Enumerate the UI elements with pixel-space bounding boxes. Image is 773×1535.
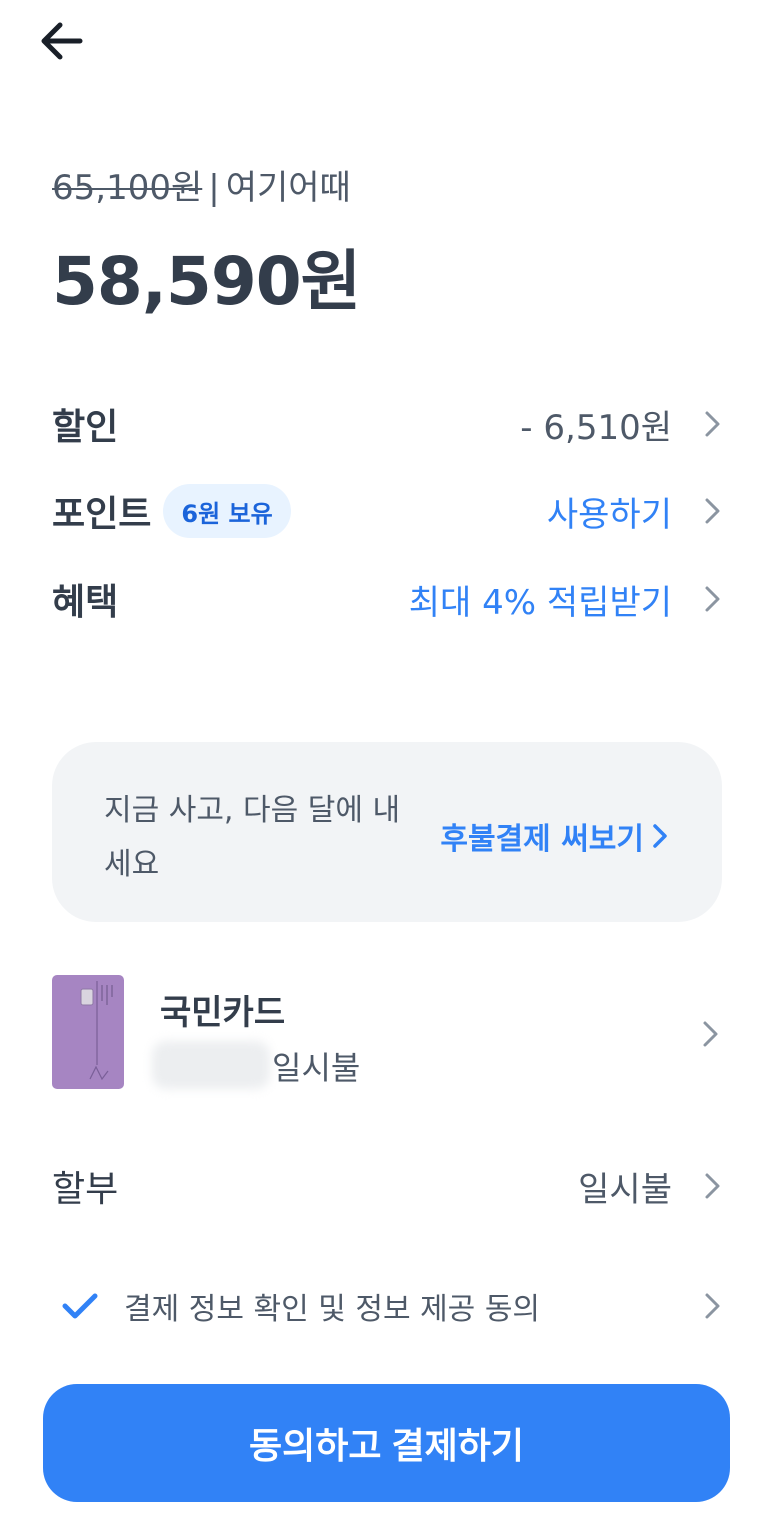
installment-value: 일시불 [578,1169,672,1210]
merchant-name: 여기어때 [225,168,351,208]
card-image [52,975,124,1089]
back-button[interactable] [38,20,86,62]
use-points-button[interactable]: 사용하기 [547,487,732,536]
masked-card-number [152,1041,270,1089]
bnpl-promo-banner: 지금 사고, 다음 달에 내세요 후불결제 써보기 [52,742,722,922]
benefits-row[interactable]: 혜택 최대 4% 적립받기 [52,569,732,629]
agreement-row[interactable]: 결제 정보 확인 및 정보 제공 동의 [52,1278,732,1334]
installment-row[interactable]: 할부 일시불 [52,1156,732,1216]
card-installment-plan: 일시불 [272,1049,361,1087]
chevron-right-icon [653,824,667,848]
bnpl-link-label: 후불결제 써보기 [440,822,644,857]
points-label: 포인트 [52,494,152,535]
price-separator: | [208,168,220,208]
points-row[interactable]: 포인트 6원 보유 사용하기 [52,481,732,541]
original-price: 65,100원 [52,168,203,208]
arrow-left-icon [41,22,83,60]
agreement-text: 결제 정보 확인 및 정보 제공 동의 [124,1292,541,1327]
points-balance-badge: 6원 보유 [163,484,291,538]
payment-card-selector[interactable]: 국민카드 일시불 [52,975,732,1091]
discount-value-button[interactable]: - 6,510원 [520,400,732,449]
chevron-right-icon [694,580,732,618]
chevron-right-icon [692,1015,730,1053]
chevron-right-icon [694,1167,732,1205]
benefits-label: 혜택 [52,582,119,623]
use-points-link: 사용하기 [546,494,672,535]
check-icon[interactable] [60,1286,100,1326]
discount-row[interactable]: 할인 - 6,510원 [52,394,732,454]
chevron-right-icon [694,492,732,530]
installment-label: 할부 [52,1169,119,1210]
chevron-right-icon[interactable] [694,1287,732,1325]
chevron-right-icon [694,405,732,443]
original-price-row: 65,100원 | 여기어때 [52,160,351,209]
payment-page: 65,100원 | 여기어때 58,590원 할인 - 6,510원 포인트 6원 … [0,0,773,1535]
benefits-link: 최대 4% 적립받기 [408,582,672,623]
installment-selector[interactable]: 일시불 [578,1162,732,1211]
promo-text: 지금 사고, 다음 달에 내세요 [104,793,401,882]
agree-and-pay-button[interactable]: 동의하고 결제하기 [43,1384,730,1502]
bnpl-try-button[interactable]: 후불결제 써보기 [440,814,668,858]
discount-label: 할인 [52,407,119,448]
benefits-button[interactable]: 최대 4% 적립받기 [409,575,732,624]
final-price: 58,590원 [52,243,361,320]
discount-value: - 6,510원 [520,407,672,448]
card-name: 국민카드 [160,993,286,1033]
